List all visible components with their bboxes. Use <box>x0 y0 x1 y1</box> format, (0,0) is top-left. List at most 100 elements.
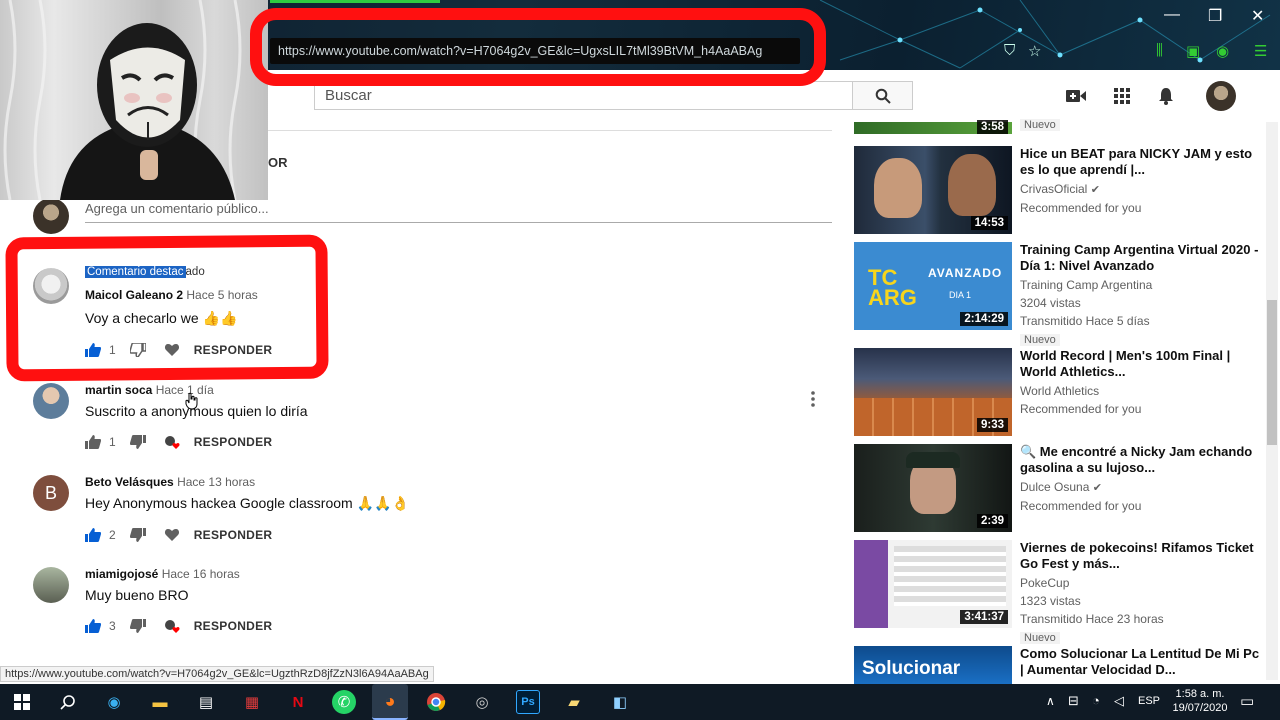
recommended-video[interactable]: 2:39 🔍 Me encontré a Nicky Jam echando g… <box>854 444 1264 534</box>
obs-icon[interactable]: ◎ <box>470 690 494 714</box>
close-icon[interactable]: ✕ <box>1251 6 1264 26</box>
notepad-icon[interactable]: ◧ <box>608 690 632 714</box>
reply-button[interactable]: RESPONDER <box>194 528 273 542</box>
heart-icon[interactable] <box>164 528 180 542</box>
whatsapp-icon[interactable]: ✆ <box>332 690 356 714</box>
channel-name[interactable]: PokeCup <box>1020 575 1260 592</box>
firefox-icon[interactable]: ◕ <box>372 684 408 720</box>
chrome-icon[interactable] <box>424 690 448 714</box>
video-duration: 2:14:29 <box>960 312 1008 326</box>
video-thumbnail[interactable]: 2:39 <box>854 444 1012 532</box>
video-title[interactable]: 🔍 Me encontré a Nicky Jam echando gasoli… <box>1020 444 1260 476</box>
verified-icon: ✔ <box>1092 482 1102 494</box>
video-thumbnail[interactable]: 9:33 <box>854 348 1012 436</box>
sidebar-icon[interactable]: ▣ <box>1186 42 1200 60</box>
video-thumbnail[interactable]: Solucionar <box>854 646 1012 684</box>
channel-name[interactable]: Training Camp Argentina <box>1020 277 1260 294</box>
edge-browser-icon[interactable]: ◉ <box>102 690 126 714</box>
dislike-icon[interactable] <box>129 619 146 633</box>
clock-time: 1:58 a. m. <box>1175 688 1225 700</box>
recommended-video[interactable]: 9:33 World Record | Men's 100m Final | W… <box>854 348 1264 438</box>
video-thumbnail-partial[interactable]: 3:58 <box>854 120 1012 134</box>
comment-avatar <box>33 567 69 603</box>
bookmark-star-icon[interactable]: ☆ <box>1028 42 1041 60</box>
like-icon[interactable] <box>85 528 101 542</box>
store-icon[interactable]: ▤ <box>194 690 218 714</box>
user-avatar[interactable] <box>1206 81 1236 111</box>
comment-time[interactable]: Hace 13 horas <box>177 475 255 489</box>
video-duration: 2:39 <box>976 514 1008 528</box>
apps-grid-icon[interactable] <box>1110 84 1134 108</box>
thumbnail-text: AVANZADO <box>928 266 1003 280</box>
netflix-icon[interactable]: N <box>286 690 310 714</box>
video-title[interactable]: Hice un BEAT para NICKY JAM y esto es lo… <box>1020 146 1260 178</box>
search-button[interactable] <box>852 81 913 110</box>
video-meta: Recommended for you <box>1020 402 1142 416</box>
show-hidden-icons-icon[interactable]: ∧ <box>1046 694 1055 708</box>
video-title[interactable]: Training Camp Argentina Virtual 2020 - D… <box>1020 242 1260 274</box>
account-icon[interactable]: ◉ <box>1216 42 1229 60</box>
add-comment-input[interactable]: Agrega un comentario público... <box>85 201 269 216</box>
video-title[interactable]: Viernes de pokecoins! Rifamos Ticket Go … <box>1020 540 1260 572</box>
recommended-video[interactable]: 3:41:37 Viernes de pokecoins! Rifamos Ti… <box>854 540 1264 644</box>
video-title[interactable]: World Record | Men's 100m Final | World … <box>1020 348 1260 380</box>
create-video-icon[interactable] <box>1064 84 1088 108</box>
recommended-video[interactable]: Solucionar Como Solucionar La Lentitud D… <box>854 646 1264 684</box>
scrollbar-thumb[interactable] <box>1267 300 1277 445</box>
comment-input-underline <box>85 222 832 223</box>
notifications-bell-icon[interactable] <box>1154 84 1178 108</box>
comment-author[interactable]: miamigojosé <box>85 567 158 581</box>
comment-author[interactable]: Beto Velásques <box>85 475 174 489</box>
video-views: 1323 vistas <box>1020 594 1081 608</box>
reply-button[interactable]: RESPONDER <box>194 619 273 633</box>
verified-icon: ✔ <box>1090 184 1100 196</box>
dislike-icon[interactable] <box>129 435 146 449</box>
volume-icon[interactable]: ◁ <box>1114 693 1124 709</box>
video-thumbnail[interactable]: 14:53 <box>854 146 1012 234</box>
menu-icon[interactable]: ☰ <box>1254 42 1267 60</box>
library-icon[interactable]: ⫼ <box>1156 42 1163 59</box>
dislike-icon[interactable] <box>129 528 146 542</box>
minimize-icon[interactable]: — <box>1164 6 1180 24</box>
video-duration: 9:33 <box>976 418 1008 432</box>
comment-time[interactable]: Hace 16 horas <box>162 567 240 581</box>
language-indicator[interactable]: ESP <box>1138 695 1160 707</box>
photoshop-icon[interactable]: Ps <box>516 690 540 714</box>
video-meta: Recommended for you <box>1020 201 1142 215</box>
recommended-video[interactable]: 14:53 Hice un BEAT para NICKY JAM y esto… <box>854 146 1264 236</box>
wifi-icon[interactable]: ◔ <box>1092 693 1100 708</box>
like-icon[interactable] <box>85 435 101 449</box>
thumbnail-text: TC ARG <box>868 265 917 310</box>
video-title[interactable]: Como Solucionar La Lentitud De Mi Pc | A… <box>1020 646 1260 678</box>
reply-button[interactable]: RESPONDER <box>194 435 273 449</box>
more-options-icon[interactable] <box>810 391 816 407</box>
sticky-notes-icon[interactable]: ▰ <box>562 690 586 714</box>
thumbnail-text: Solucionar <box>862 658 961 679</box>
recommended-video[interactable]: TC ARG AVANZADO DIA 1 2:14:29 Training Ca… <box>854 242 1264 346</box>
video-thumbnail[interactable]: 3:41:37 <box>854 540 1012 628</box>
comment-author[interactable]: martin soca <box>85 383 152 397</box>
active-tab-indicator <box>270 0 440 3</box>
windows-start-icon[interactable] <box>10 690 34 714</box>
video-duration: 3:58 <box>976 120 1008 134</box>
windows-taskbar: ◉ ▬ ▤ ▦ N ✆ ◕ ◎ Ps ▰ ◧ ∧ ⊟ ◔ ◁ ESP 1:58 … <box>0 684 1280 720</box>
file-explorer-icon[interactable]: ▬ <box>148 690 172 714</box>
gift-icon[interactable]: ▦ <box>240 690 264 714</box>
new-badge: Nuevo <box>1020 119 1060 131</box>
sort-by-label[interactable]: OR <box>268 155 288 170</box>
restore-icon[interactable]: ❐ <box>1208 6 1222 26</box>
video-thumbnail[interactable]: TC ARG AVANZADO DIA 1 2:14:29 <box>854 242 1012 330</box>
clock[interactable]: 1:58 a. m. 19/07/2020 <box>1170 687 1230 715</box>
channel-name[interactable]: CrivasOficial <box>1020 182 1087 196</box>
like-icon[interactable] <box>85 619 101 633</box>
search-icon[interactable] <box>56 690 80 714</box>
channel-name[interactable]: World Athletics <box>1020 383 1260 400</box>
network-icon[interactable]: ⊟ <box>1068 693 1079 709</box>
video-duration: 3:41:37 <box>960 610 1008 624</box>
notifications-icon[interactable]: ▭ <box>1240 692 1254 710</box>
video-meta: Recommended for you <box>1020 499 1142 513</box>
masked-person-image <box>3 0 242 200</box>
channel-name[interactable]: Dulce Osuna <box>1020 480 1089 494</box>
search-icon <box>875 88 891 104</box>
pocket-icon[interactable]: ⛉ <box>1004 42 1015 59</box>
